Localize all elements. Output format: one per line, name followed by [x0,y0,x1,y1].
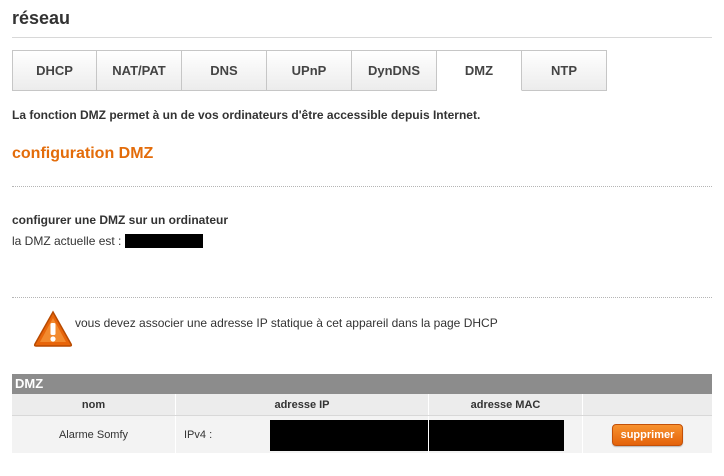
warning-text: vous devez associer une adresse IP stati… [75,316,498,330]
tab-dns[interactable]: DNS [182,50,267,91]
delete-button[interactable]: supprimer [611,423,684,446]
table-title: DMZ [12,374,712,394]
column-header-ip: adresse IP [176,394,429,415]
dotted-divider [12,297,712,298]
warning-message: vous devez associer une adresse IP stati… [33,310,498,348]
tab-dhcp[interactable]: DHCP [12,50,97,91]
tab-bar: DHCP NAT/PAT DNS UPnP DynDNS DMZ NTP [12,50,607,91]
table-row: Alarme Somfy IPv4 : supprimer [12,416,712,453]
row-action-cell: supprimer [583,416,712,453]
current-dmz-label: la DMZ actuelle est : [12,234,122,248]
column-header-mac: adresse MAC [429,394,583,415]
table-header-row: nom adresse IP adresse MAC [12,394,712,416]
row-mac-value-redacted [429,420,564,451]
dmz-table: DMZ nom adresse IP adresse MAC Alarme So… [12,374,712,453]
dotted-divider [12,186,712,187]
intro-text: La fonction DMZ permet à un de vos ordin… [12,108,481,122]
title-divider [12,37,712,38]
row-device-name: Alarme Somfy [12,416,176,453]
column-header-action [583,394,712,415]
tab-nat-pat[interactable]: NAT/PAT [97,50,182,91]
tab-dyndns[interactable]: DynDNS [352,50,437,91]
row-ip-prefix: IPv4 : [184,428,213,441]
warning-triangle-icon [33,310,73,347]
tab-upnp[interactable]: UPnP [267,50,352,91]
current-dmz-line: la DMZ actuelle est : [12,234,204,248]
tab-dmz[interactable]: DMZ [437,50,522,91]
row-mac-cell [429,416,583,453]
page-title: réseau [12,8,71,28]
tab-ntp[interactable]: NTP [522,50,607,91]
current-dmz-value-redacted [125,234,204,248]
section-title: configuration DMZ [12,145,154,162]
row-ip-cell: IPv4 : [176,416,429,453]
dmz-subheading: configurer une DMZ sur un ordinateur [12,213,229,227]
row-ip-value-redacted [269,420,428,451]
column-header-name: nom [12,394,176,415]
